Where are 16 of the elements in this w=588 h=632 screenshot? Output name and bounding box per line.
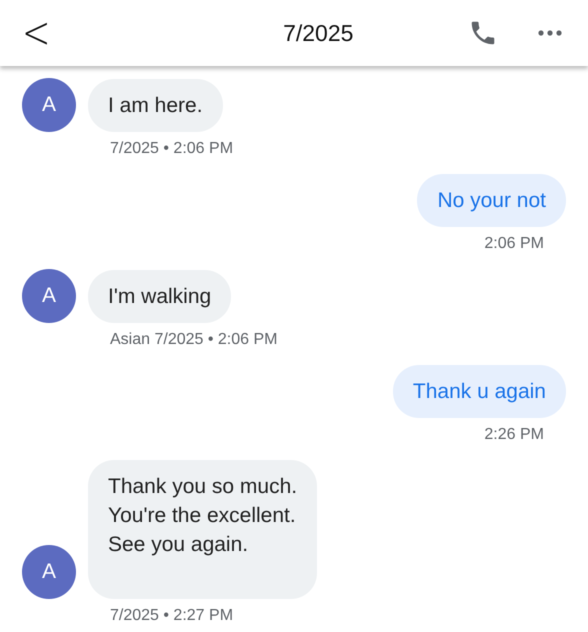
avatar[interactable]: A (22, 78, 76, 132)
back-button[interactable]: < (14, 10, 58, 56)
message-bubble: No your not (417, 174, 566, 227)
avatar[interactable]: A (22, 545, 76, 599)
message-timestamp: Asian 7/2025 • 2:06 PM (110, 331, 278, 348)
message-timestamp: 7/2025 • 2:27 PM (110, 607, 234, 624)
avatar[interactable]: A (22, 269, 76, 323)
message-bubble: I'm walking (88, 270, 232, 323)
message-timestamp: 7/2025 • 2:06 PM (110, 140, 234, 157)
message-timestamp: 2:06 PM (484, 235, 544, 252)
message-bubble: Thank you so much. You're the excellent. See you again. (88, 460, 318, 599)
message-timestamp: 2:26 PM (484, 426, 544, 443)
chat-title: 7/2025 (282, 20, 354, 46)
message-bubble: Thank u again (392, 365, 566, 418)
message-bubble: I am here. (88, 79, 223, 132)
more-icon[interactable] (538, 30, 562, 36)
